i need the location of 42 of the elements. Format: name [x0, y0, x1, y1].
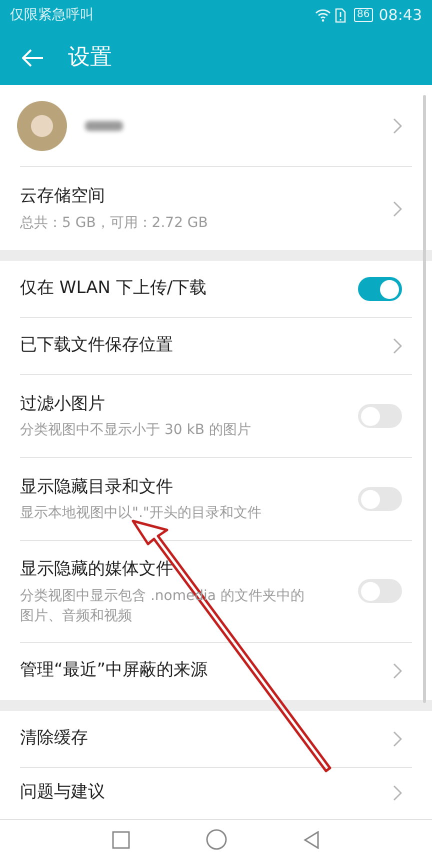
blurred-name: [85, 120, 123, 130]
recent-apps-icon[interactable]: [112, 830, 130, 848]
chevron-icon: [393, 338, 402, 354]
settings-row[interactable]: 云存储空间 总共：5 GB，可用：2.72 GB: [20, 167, 412, 250]
settings-row[interactable]: 显示隐藏目录和文件 显示本地视图中以"."开头的目录和文件: [20, 458, 412, 541]
avatar: [17, 100, 67, 150]
row-title: 显示隐藏的媒体文件: [20, 558, 174, 581]
back-arrow-icon[interactable]: [22, 48, 44, 66]
home-icon[interactable]: [206, 829, 227, 850]
row-title: 过滤小图片: [20, 392, 106, 416]
row-title: 云存储空间: [20, 185, 106, 208]
chevron-icon: [393, 663, 402, 679]
battery-level: 86: [354, 8, 373, 22]
chevron-icon: [393, 118, 402, 134]
settings-row[interactable]: 清除缓存: [20, 710, 412, 768]
settings-row[interactable]: 已下载文件保存位置: [20, 318, 412, 375]
row-title: 已下载文件保存位置: [20, 334, 174, 358]
settings-row[interactable]: 问题与建议: [20, 768, 412, 818]
row-title: 仅在 WLAN 下上传/下载: [20, 277, 208, 300]
toggle-switch[interactable]: [358, 277, 402, 301]
toggle-switch[interactable]: [358, 487, 402, 511]
clock-text: 08:43: [378, 4, 422, 26]
toggle-switch[interactable]: [358, 404, 402, 428]
carrier-text: 仅限紧急呼叫: [10, 6, 94, 24]
chevron-icon: [393, 730, 402, 746]
wifi-icon: [315, 8, 332, 22]
chevron-icon: [393, 200, 402, 216]
settings-row[interactable]: 仅在 WLAN 下上传/下载: [20, 261, 412, 318]
row-subtitle: 显示本地视图中以"."开头的目录和文件: [20, 504, 262, 524]
toggle-switch[interactable]: [358, 579, 402, 604]
row-title: 管理“最近”中屏蔽的来源: [20, 659, 209, 682]
chevron-icon: [393, 784, 402, 800]
row-subtitle: 总共：5 GB，可用：2.72 GB: [20, 214, 209, 233]
settings-row[interactable]: 过滤小图片 分类视图中不显示小于 30 kB 的图片: [20, 375, 412, 458]
row-title: 清除缓存: [20, 726, 89, 750]
row-subtitle: 分类视图中不显示小于 30 kB 的图片: [20, 421, 252, 440]
page-title: 设置: [68, 44, 112, 72]
back-icon[interactable]: [303, 830, 320, 848]
settings-row[interactable]: 管理“最近”中屏蔽的来源: [20, 642, 412, 700]
row-title: 问题与建议: [20, 780, 106, 804]
sim-alert-icon: [335, 8, 346, 22]
row-title: 显示隐藏目录和文件: [20, 476, 174, 499]
